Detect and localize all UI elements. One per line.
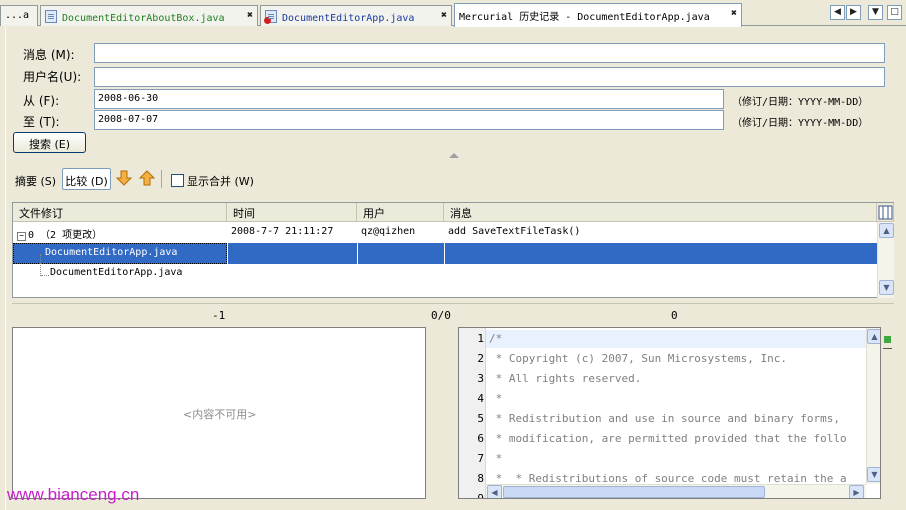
scroll-down-icon[interactable]: ▼ bbox=[867, 467, 880, 482]
column-header-time[interactable]: 时间 bbox=[227, 203, 357, 222]
tab-mercurial-history[interactable]: Mercurial 历史记录 - DocumentEditorApp.java … bbox=[454, 3, 742, 27]
line-number: 6 bbox=[477, 432, 484, 445]
current-line-highlight bbox=[486, 330, 866, 348]
tab-label: Mercurial 历史记录 - DocumentEditorApp.java bbox=[459, 12, 710, 23]
show-merges-label: 显示合并 (W) bbox=[187, 175, 254, 188]
scroll-left-icon[interactable]: ◀ bbox=[830, 5, 845, 20]
code-line: * modification, are permitted provided t… bbox=[489, 432, 847, 445]
compare-button[interactable]: 比较 (D) bbox=[62, 168, 111, 190]
watermark-text: www.bianceng.cn bbox=[7, 485, 140, 504]
close-icon[interactable]: ✖ bbox=[731, 8, 737, 19]
tab-label: ...a bbox=[5, 10, 30, 21]
scroll-thumb[interactable] bbox=[503, 486, 765, 498]
scroll-left-icon[interactable]: ◀ bbox=[487, 485, 502, 498]
maximize-icon[interactable]: □ bbox=[887, 5, 902, 20]
time-cell: 2008-7-7 21:11:27 bbox=[231, 226, 334, 237]
tab-label: DocumentEditorApp.java bbox=[282, 13, 415, 24]
to-format-hint: （修订/日期：YYYY-MM-DD） bbox=[732, 118, 869, 129]
scroll-right-icon[interactable]: ▶ bbox=[849, 485, 864, 498]
close-icon[interactable]: ✖ bbox=[441, 10, 447, 21]
revision-cell: DocumentEditorApp.java bbox=[45, 247, 178, 258]
column-header-revision[interactable]: 文件修订 bbox=[13, 203, 227, 222]
line-number: 9 bbox=[477, 492, 484, 499]
summary-toggle[interactable]: 摘要 (S) bbox=[15, 173, 56, 189]
left-revision-header: -1 bbox=[212, 309, 226, 322]
username-label: 用户名(U): bbox=[23, 70, 82, 84]
close-icon[interactable]: ✖ bbox=[247, 10, 253, 21]
tab-list-dropdown-icon[interactable]: ▼ bbox=[868, 5, 883, 20]
to-date-field[interactable]: 2008-07-07 bbox=[94, 110, 724, 130]
line-number: 2 bbox=[477, 352, 484, 365]
from-label: 从 (F): bbox=[23, 94, 60, 108]
search-button[interactable]: 搜索 (E) bbox=[13, 132, 86, 153]
from-date-field[interactable]: 2008-06-30 bbox=[94, 89, 724, 109]
column-header-user[interactable]: 用户 bbox=[357, 203, 444, 222]
source-vertical-scrollbar[interactable]: ▲ ▼ bbox=[866, 328, 880, 484]
scroll-up-icon[interactable]: ▲ bbox=[867, 329, 880, 344]
revision-table: 文件修订 时间 用户 消息 −0 （2 项更改） 2008-7-7 21:11:… bbox=[12, 202, 894, 298]
message-cell: add SaveTextFileTask() bbox=[448, 226, 581, 237]
content-unavailable-text: <内容不可用> bbox=[183, 408, 257, 421]
right-source-pane[interactable]: 1 2 3 4 5 6 7 8 9 /* * Copyright (c) 200… bbox=[458, 327, 881, 499]
username-field[interactable] bbox=[94, 67, 885, 87]
right-revision-header: 0 bbox=[671, 309, 678, 322]
tab-document-editor-about-box[interactable]: DocumentEditorAboutBox.java ✖ bbox=[40, 5, 258, 26]
scroll-up-icon[interactable]: ▲ bbox=[879, 223, 894, 238]
revision-cell[interactable]: DocumentEditorApp.java bbox=[46, 264, 232, 284]
line-number: 4 bbox=[477, 392, 484, 405]
line-number: 5 bbox=[477, 412, 484, 425]
code-line: * bbox=[489, 392, 503, 405]
java-file-modified-icon bbox=[264, 10, 277, 24]
diff-viewer: -1 0/0 0 <内容不可用> 1 2 3 4 5 6 7 8 9 /* * … bbox=[12, 303, 894, 510]
code-line: * Copyright (c) 2007, Sun Microsystems, … bbox=[489, 352, 788, 365]
line-number: 3 bbox=[477, 372, 484, 385]
collapse-caret-icon[interactable] bbox=[449, 153, 459, 158]
message-field[interactable] bbox=[94, 43, 885, 63]
next-difference-arrow-icon[interactable] bbox=[115, 169, 133, 187]
message-label: 消息 (M): bbox=[23, 48, 75, 62]
column-header-message[interactable]: 消息 bbox=[444, 203, 877, 222]
change-marker-icon[interactable] bbox=[884, 336, 891, 343]
code-line: * Redistribution and use in source and b… bbox=[489, 412, 840, 425]
tab-label: DocumentEditorAboutBox.java bbox=[62, 13, 225, 24]
revision-cell: −0 （2 项更改） bbox=[13, 223, 227, 243]
to-label: 至 (T): bbox=[23, 115, 60, 129]
source-horizontal-scrollbar[interactable]: ◀ ▶ bbox=[486, 484, 866, 498]
line-number: 7 bbox=[477, 452, 484, 465]
scroll-down-icon[interactable]: ▼ bbox=[879, 280, 894, 295]
line-number: 8 bbox=[477, 472, 484, 485]
user-cell: qz@qizhen bbox=[361, 226, 416, 237]
code-line: * bbox=[489, 452, 503, 465]
toolbar-separator bbox=[161, 170, 162, 188]
tree-line bbox=[40, 254, 41, 276]
left-content-pane[interactable]: <内容不可用> bbox=[12, 327, 426, 499]
from-format-hint: （修订/日期：YYYY-MM-DD） bbox=[732, 97, 869, 108]
table-vertical-scrollbar[interactable]: ▲ ▼ bbox=[877, 222, 894, 298]
tab-document-editor-app[interactable]: DocumentEditorApp.java ✖ bbox=[260, 5, 452, 26]
collapse-tree-icon[interactable]: − bbox=[17, 232, 26, 241]
code-line: /* bbox=[489, 332, 503, 345]
java-file-icon bbox=[45, 10, 57, 23]
column-chooser-icon[interactable] bbox=[877, 203, 894, 222]
show-merges-checkbox[interactable] bbox=[171, 174, 184, 187]
tab-overflow[interactable]: ...a bbox=[0, 5, 38, 26]
line-number: 1 bbox=[477, 332, 484, 345]
code-line: * All rights reserved. bbox=[489, 372, 642, 385]
difference-counter: 0/0 bbox=[431, 309, 451, 322]
position-marker-icon bbox=[883, 348, 892, 352]
scroll-right-icon[interactable]: ▶ bbox=[846, 5, 861, 20]
editor-tab-bar: ...a DocumentEditorAboutBox.java ✖ Docum… bbox=[0, 0, 906, 27]
previous-difference-arrow-icon[interactable] bbox=[138, 169, 156, 187]
